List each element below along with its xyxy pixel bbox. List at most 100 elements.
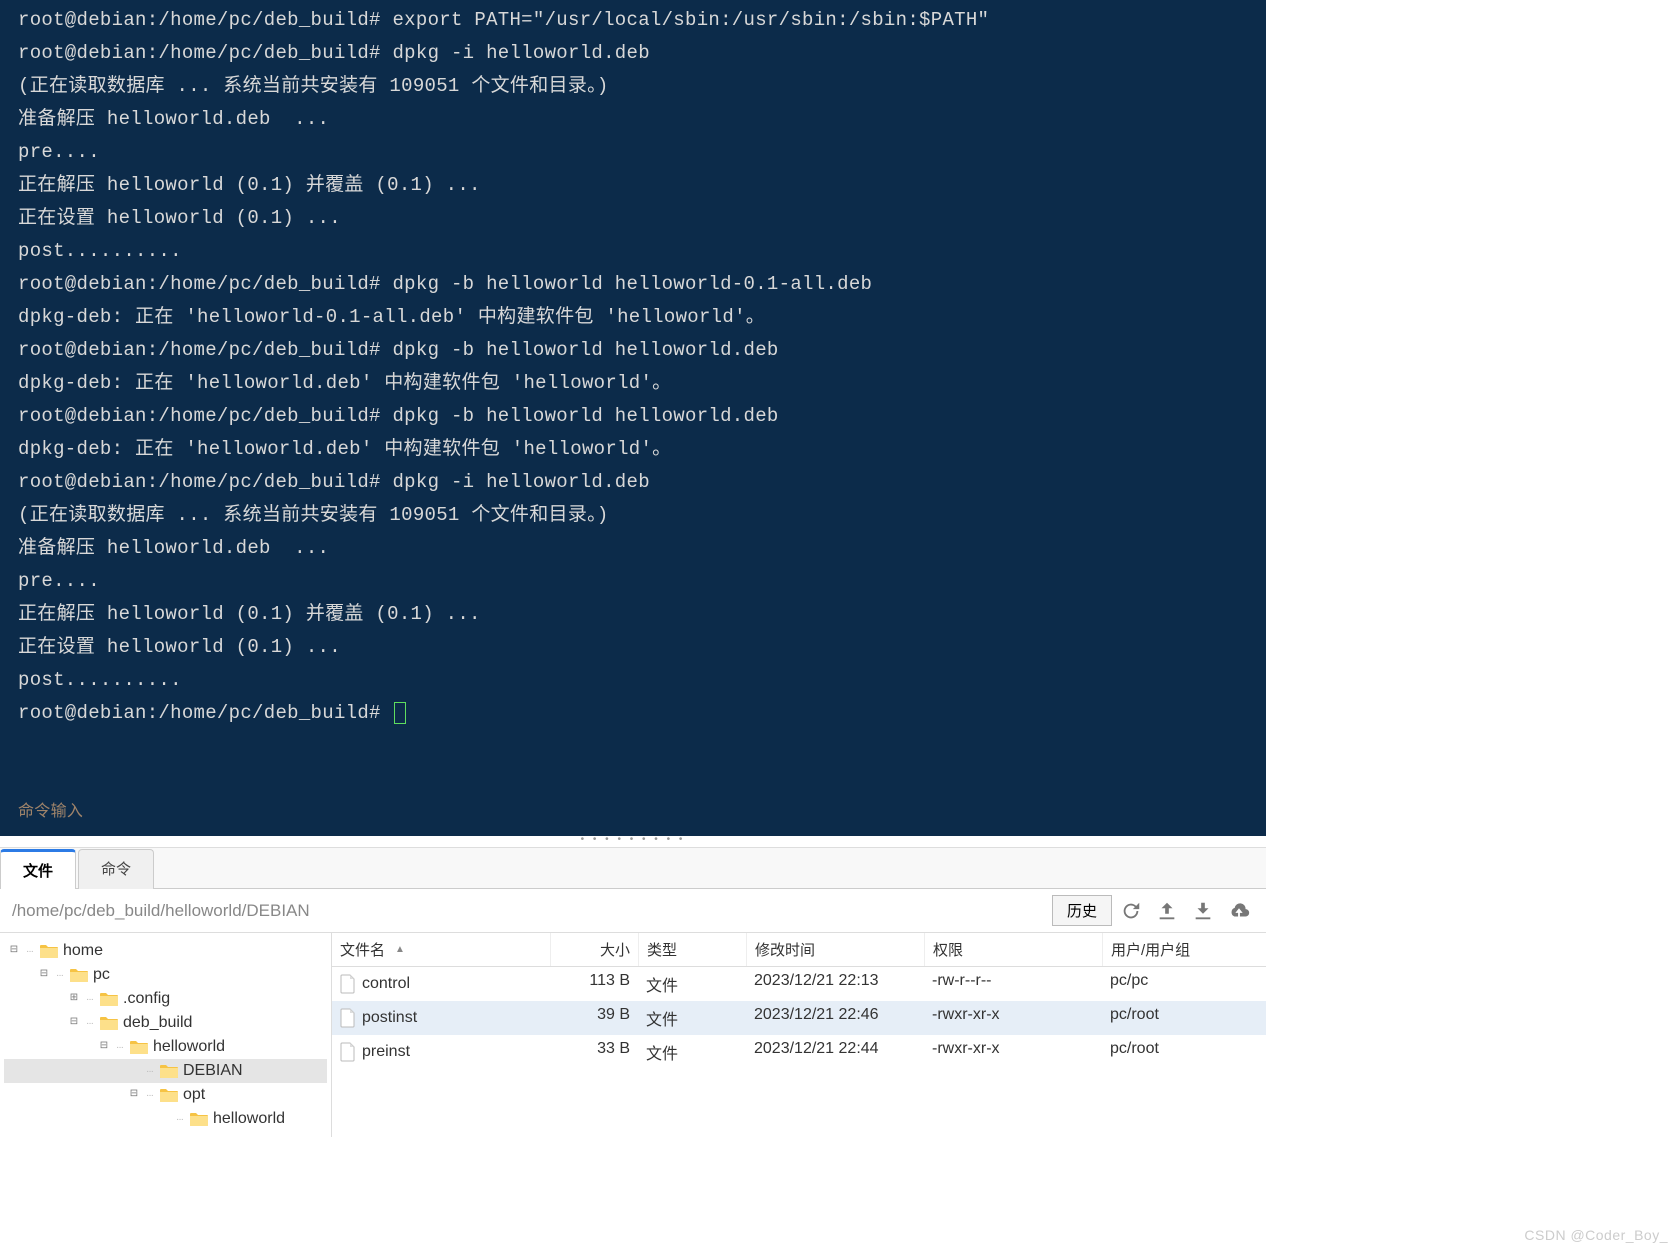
folder-icon xyxy=(69,967,89,983)
terminal-line: 正在设置 helloworld (0.1) ... xyxy=(18,631,1258,664)
tree-node[interactable]: ···helloworld xyxy=(4,1107,327,1131)
terminal-line: root@debian:/home/pc/deb_build# xyxy=(18,697,1258,730)
column-type[interactable]: 类型 xyxy=(638,933,746,966)
tree-node[interactable]: ⊟···pc xyxy=(4,963,327,987)
file-size: 113 B xyxy=(550,970,638,998)
terminal-line: pre.... xyxy=(18,136,1258,169)
column-time[interactable]: 修改时间 xyxy=(746,933,924,966)
file-icon xyxy=(340,974,356,994)
file-time: 2023/12/21 22:46 xyxy=(746,1004,924,1032)
file-icon xyxy=(340,1042,356,1062)
terminal-line: pre.... xyxy=(18,565,1258,598)
column-size[interactable]: 大小 xyxy=(550,933,638,966)
terminal-line: 正在解压 helloworld (0.1) 并覆盖 (0.1) ... xyxy=(18,169,1258,202)
terminal-line: 准备解压 helloworld.deb ... xyxy=(18,103,1258,136)
folder-icon xyxy=(189,1111,209,1127)
file-user: pc/root xyxy=(1102,1004,1266,1032)
tree-node[interactable]: ⊟···opt xyxy=(4,1083,327,1107)
column-name[interactable]: 文件名▲ xyxy=(332,933,550,966)
cloud-upload-icon[interactable] xyxy=(1228,900,1250,922)
tree-node[interactable]: ⊞···.config xyxy=(4,987,327,1011)
file-row[interactable]: preinst 33 B文件2023/12/21 22:44-rwxr-xr-xp… xyxy=(332,1035,1266,1069)
sort-asc-icon: ▲ xyxy=(395,944,405,955)
collapse-icon[interactable]: ⊟ xyxy=(8,945,20,957)
file-perm: -rwxr-xr-x xyxy=(924,1004,1102,1032)
file-browser: ⊟···home⊟···pc⊞···.config⊟···deb_build⊟·… xyxy=(0,932,1266,1137)
collapse-icon[interactable]: ⊟ xyxy=(98,1041,110,1053)
file-type: 文件 xyxy=(638,1004,746,1032)
terminal-line: root@debian:/home/pc/deb_build# dpkg -i … xyxy=(18,37,1258,70)
tab-files[interactable]: 文件 xyxy=(0,849,76,889)
terminal-line: 正在设置 helloworld (0.1) ... xyxy=(18,202,1258,235)
terminal-line: root@debian:/home/pc/deb_build# dpkg -b … xyxy=(18,268,1258,301)
column-user[interactable]: 用户/用户组 xyxy=(1102,933,1266,966)
folder-icon xyxy=(159,1087,179,1103)
tree-node-label: helloworld xyxy=(213,1110,285,1128)
folder-icon xyxy=(129,1039,149,1055)
tree-node-label: pc xyxy=(93,966,110,984)
folder-icon xyxy=(99,991,119,1007)
terminal-line: 正在解压 helloworld (0.1) 并覆盖 (0.1) ... xyxy=(18,598,1258,631)
terminal-line: dpkg-deb: 正在 'helloworld.deb' 中构建软件包 'he… xyxy=(18,367,1258,400)
file-row[interactable]: postinst39 B文件2023/12/21 22:46-rwxr-xr-x… xyxy=(332,1001,1266,1035)
file-list: 文件名▲ 大小 类型 修改时间 权限 用户/用户组 control113 B文件… xyxy=(332,933,1266,1137)
tree-node-label: opt xyxy=(183,1086,205,1104)
file-type: 文件 xyxy=(638,970,746,998)
terminal-line: 准备解压 helloworld.deb ... xyxy=(18,532,1258,565)
tree-node-label: DEBIAN xyxy=(183,1062,243,1080)
file-time: 2023/12/21 22:44 xyxy=(746,1038,924,1066)
tree-node[interactable]: ⊟···helloworld xyxy=(4,1035,327,1059)
terminal-output[interactable]: root@debian:/home/pc/deb_build# export P… xyxy=(0,0,1266,836)
resize-handle[interactable]: • • • • • • • • • xyxy=(0,836,1266,848)
terminal-cursor xyxy=(394,702,406,724)
file-name: control xyxy=(362,975,410,993)
terminal-line: dpkg-deb: 正在 'helloworld.deb' 中构建软件包 'he… xyxy=(18,433,1258,466)
tree-node-label: home xyxy=(63,942,103,960)
folder-icon xyxy=(159,1063,179,1079)
upload-icon[interactable] xyxy=(1156,900,1178,922)
file-list-header: 文件名▲ 大小 类型 修改时间 权限 用户/用户组 xyxy=(332,933,1266,967)
history-button[interactable]: 历史 xyxy=(1052,895,1112,926)
collapse-icon[interactable]: ⊟ xyxy=(38,969,50,981)
file-user: pc/root xyxy=(1102,1038,1266,1066)
watermark: CSDN @Coder_Boy_ xyxy=(1524,1227,1668,1243)
file-name: preinst xyxy=(362,1043,410,1061)
folder-tree[interactable]: ⊟···home⊟···pc⊞···.config⊟···deb_build⊟·… xyxy=(0,933,332,1137)
terminal-line: post.......... xyxy=(18,664,1258,697)
file-size: 33 B xyxy=(550,1038,638,1066)
tree-node[interactable]: ⊟···home xyxy=(4,939,327,963)
file-row[interactable]: control113 B文件2023/12/21 22:13-rw-r--r--… xyxy=(332,967,1266,1001)
collapse-icon[interactable]: ⊟ xyxy=(68,1017,80,1029)
folder-icon xyxy=(39,943,59,959)
file-perm: -rwxr-xr-x xyxy=(924,1038,1102,1066)
tree-node-label: deb_build xyxy=(123,1014,192,1032)
terminal-line: dpkg-deb: 正在 'helloworld-0.1-all.deb' 中构… xyxy=(18,301,1258,334)
terminal-line: root@debian:/home/pc/deb_build# dpkg -i … xyxy=(18,466,1258,499)
current-path[interactable]: /home/pc/deb_build/helloworld/DEBIAN xyxy=(8,901,1044,921)
download-icon[interactable] xyxy=(1192,900,1214,922)
terminal-line: root@debian:/home/pc/deb_build# export P… xyxy=(18,4,1258,37)
file-user: pc/pc xyxy=(1102,970,1266,998)
expand-icon[interactable]: ⊞ xyxy=(68,993,80,1005)
column-perm[interactable]: 权限 xyxy=(924,933,1102,966)
tree-node[interactable]: ···DEBIAN xyxy=(4,1059,327,1083)
terminal-line: (正在读取数据库 ... 系统当前共安装有 109051 个文件和目录。) xyxy=(18,499,1258,532)
tree-node-label: .config xyxy=(123,990,170,1008)
tab-commands[interactable]: 命令 xyxy=(78,849,154,889)
path-bar: /home/pc/deb_build/helloworld/DEBIAN 历史 xyxy=(0,889,1266,932)
folder-icon xyxy=(99,1015,119,1031)
collapse-icon[interactable]: ⊟ xyxy=(128,1089,140,1101)
file-type: 文件 xyxy=(638,1038,746,1066)
tree-node-label: helloworld xyxy=(153,1038,225,1056)
file-icon xyxy=(340,1008,356,1028)
terminal-line: (正在读取数据库 ... 系统当前共安装有 109051 个文件和目录。) xyxy=(18,70,1258,103)
refresh-icon[interactable] xyxy=(1120,900,1142,922)
tree-node[interactable]: ⊟···deb_build xyxy=(4,1011,327,1035)
terminal-line: post.......... xyxy=(18,235,1258,268)
terminal-line: root@debian:/home/pc/deb_build# dpkg -b … xyxy=(18,400,1258,433)
file-perm: -rw-r--r-- xyxy=(924,970,1102,998)
tab-bar: 文件 命令 xyxy=(0,848,1266,889)
command-input-label[interactable]: 命令输入 xyxy=(18,795,83,828)
file-name: postinst xyxy=(362,1009,417,1027)
terminal-line: root@debian:/home/pc/deb_build# dpkg -b … xyxy=(18,334,1258,367)
